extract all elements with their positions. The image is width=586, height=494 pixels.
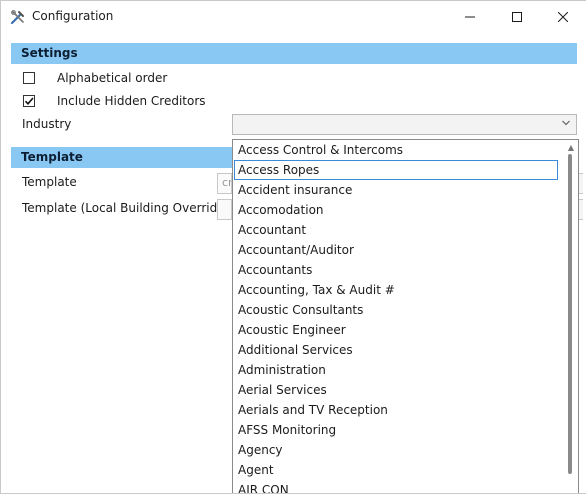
industry-option[interactable]: Accounting, Tax & Audit # [233,280,561,300]
include-hidden-creditors-row[interactable]: Include Hidden Creditors [23,93,206,109]
industry-option[interactable]: Accountant/Auditor [233,240,561,260]
template-input[interactable]: cr [217,173,232,194]
industry-combobox[interactable] [232,114,577,135]
alphabetical-order-label: Alphabetical order [57,71,168,85]
close-icon [558,12,568,22]
chevron-down-icon [562,118,570,129]
template-label: Template [22,175,77,189]
maximize-icon [512,12,522,22]
industry-option[interactable]: AFSS Monitoring [233,420,561,440]
minimize-icon [465,16,475,18]
industry-option[interactable]: Agency [233,440,561,460]
industry-option[interactable]: AIR CON [233,480,561,493]
close-button[interactable] [540,1,586,33]
include-hidden-creditors-label: Include Hidden Creditors [57,94,206,108]
industry-option[interactable]: Acoustic Engineer [233,320,561,340]
industry-option[interactable]: Aerials and TV Reception [233,400,561,420]
industry-option[interactable]: Aerial Services [233,380,561,400]
industry-option[interactable]: Administration [233,360,561,380]
industry-option[interactable]: Access Ropes [234,160,558,180]
industry-label: Industry [22,117,72,131]
industry-option[interactable]: Additional Services [233,340,561,360]
industry-options: Access Control & Intercoms Access Ropes Ac… [233,140,561,493]
scroll-up-icon[interactable]: ▲ [568,143,574,152]
settings-header-text: Settings [21,46,78,60]
settings-section-header: Settings [11,43,577,64]
industry-option[interactable]: Access Control & Intercoms [233,140,561,160]
template-header-text: Template [21,150,83,164]
industry-option[interactable]: Accident insurance [233,180,561,200]
maximize-button[interactable] [494,1,540,33]
industry-option[interactable]: Accountant [233,220,561,240]
template-local-override-input[interactable] [217,199,232,220]
checkmark-icon [24,97,34,105]
template-section-header: Template [11,147,233,168]
minimize-button[interactable] [447,1,493,33]
window-title: Configuration [32,9,114,23]
template-local-override-label: Template (Local Building Override) [22,201,230,215]
industry-option[interactable]: Agent [233,460,561,480]
industry-option[interactable]: Accomodation [233,200,561,220]
alphabetical-order-checkbox[interactable] [23,72,35,84]
include-hidden-creditors-checkbox[interactable] [23,95,35,107]
industry-option[interactable]: Acoustic Consultants [233,300,561,320]
configuration-window: Configuration Settings Alphabetical orde… [0,0,586,494]
title-bar[interactable]: Configuration [1,1,586,33]
industry-option[interactable]: Accountants [233,260,561,280]
industry-dropdown-list[interactable]: Access Control & Intercoms Access Ropes Ac… [232,139,579,493]
alphabetical-order-row[interactable]: Alphabetical order [23,70,167,86]
template-input-value: cr [222,176,232,189]
tools-icon [10,9,26,25]
dropdown-scrollbar[interactable]: ▲ [561,140,578,493]
scrollbar-thumb[interactable] [568,154,572,474]
